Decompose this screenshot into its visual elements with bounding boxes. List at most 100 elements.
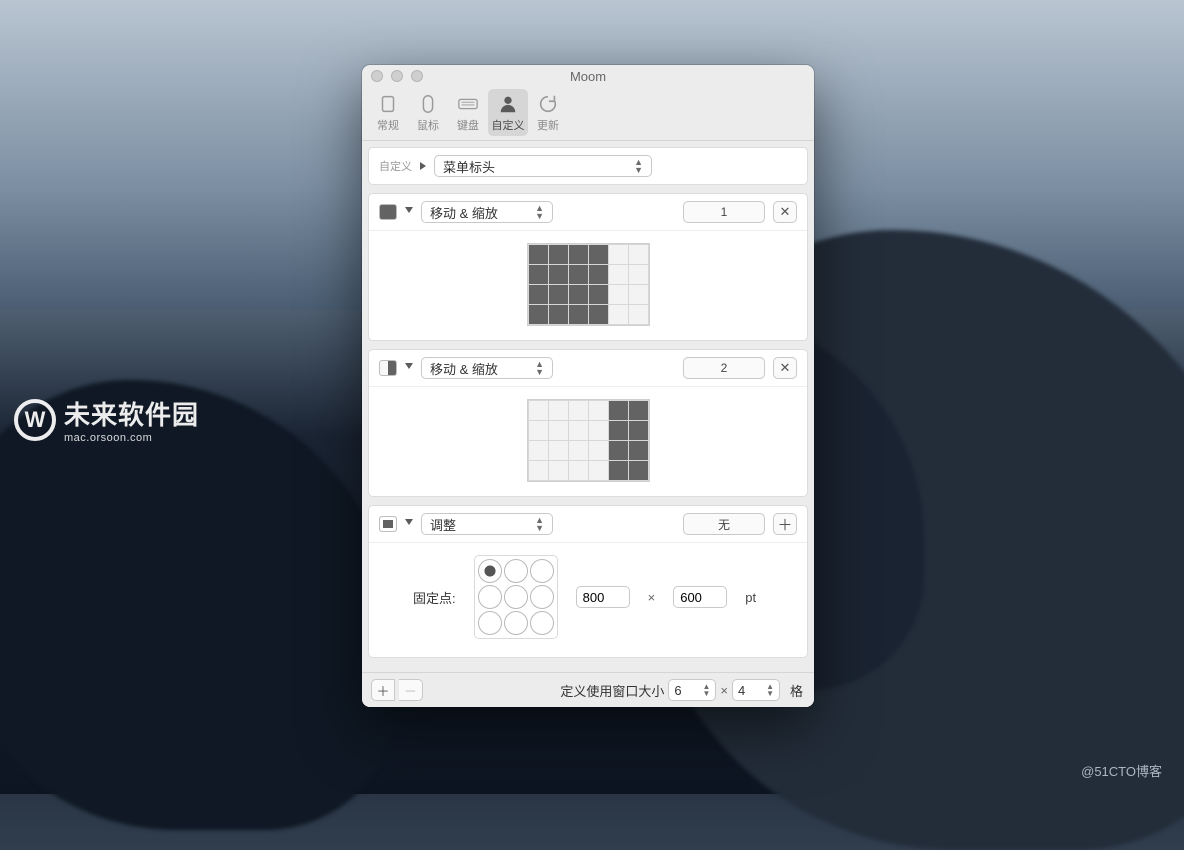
- grid-cell[interactable]: [549, 305, 568, 324]
- chevron-updown-icon: ▲▼: [634, 159, 643, 174]
- grid-cell[interactable]: [529, 401, 548, 420]
- grid-cell[interactable]: [549, 421, 568, 440]
- width-input[interactable]: [576, 586, 630, 608]
- grid-cell[interactable]: [609, 421, 628, 440]
- grid-cell[interactable]: [549, 441, 568, 460]
- grid-cell[interactable]: [609, 265, 628, 284]
- disclosure-icon[interactable]: [405, 519, 413, 529]
- disclosure-icon[interactable]: [420, 162, 426, 170]
- hotkey-field[interactable]: 无: [683, 513, 765, 535]
- clear-hotkey-button[interactable]: ✕: [773, 357, 797, 379]
- swatch-icon[interactable]: [379, 516, 397, 532]
- grid-cell[interactable]: [629, 305, 648, 324]
- add-action-button[interactable]: ＋: [371, 679, 395, 701]
- grid-cell[interactable]: [629, 461, 648, 480]
- grid-cell[interactable]: [629, 245, 648, 264]
- grid-cell[interactable]: [529, 285, 548, 304]
- anchor-radio[interactable]: [478, 559, 502, 583]
- tab-update[interactable]: 更新: [528, 89, 568, 136]
- anchor-radio[interactable]: [504, 585, 528, 609]
- rows-select[interactable]: 4 ▲▼: [732, 679, 780, 701]
- grid-cell[interactable]: [629, 421, 648, 440]
- grid-cell[interactable]: [569, 285, 588, 304]
- anchor-radio[interactable]: [530, 585, 554, 609]
- grid-cell[interactable]: [589, 441, 608, 460]
- anchor-radio[interactable]: [504, 611, 528, 635]
- grid-cell[interactable]: [629, 265, 648, 284]
- layout-grid[interactable]: [527, 399, 650, 482]
- swatch-icon[interactable]: [379, 204, 397, 220]
- header-card: 自定义 菜单标头 ▲▼: [368, 147, 808, 185]
- grid-cell[interactable]: [569, 401, 588, 420]
- grid-cell[interactable]: [589, 305, 608, 324]
- grid-cell[interactable]: [629, 401, 648, 420]
- logo-icon: W: [14, 399, 56, 441]
- tab-general[interactable]: 常规: [368, 89, 408, 136]
- action-card-2: 移动 & 缩放 ▲▼ 2 ✕: [368, 349, 808, 497]
- grid-cell[interactable]: [609, 461, 628, 480]
- action-card-1: 移动 & 缩放 ▲▼ 1 ✕: [368, 193, 808, 341]
- grid-cell[interactable]: [609, 285, 628, 304]
- grid-cell[interactable]: [549, 285, 568, 304]
- grid-cell[interactable]: [569, 421, 588, 440]
- tab-label: 更新: [528, 117, 568, 133]
- anchor-picker[interactable]: [474, 555, 558, 639]
- grid-cell[interactable]: [569, 441, 588, 460]
- grid-cell[interactable]: [529, 421, 548, 440]
- grid-cell[interactable]: [589, 461, 608, 480]
- grid-cell[interactable]: [609, 441, 628, 460]
- grid-cell[interactable]: [589, 245, 608, 264]
- grid-cell[interactable]: [549, 401, 568, 420]
- preferences-window: Moom 常规 鼠标 键盘 自定义 更新 自定义: [362, 65, 814, 707]
- refresh-icon: [537, 93, 559, 115]
- grid-cell[interactable]: [529, 305, 548, 324]
- grid-cell[interactable]: [569, 461, 588, 480]
- anchor-radio[interactable]: [478, 585, 502, 609]
- anchor-radio[interactable]: [530, 559, 554, 583]
- disclosure-icon[interactable]: [405, 207, 413, 217]
- disclosure-icon[interactable]: [405, 363, 413, 373]
- dropdown-value: 移动 & 缩放: [430, 359, 498, 378]
- height-input[interactable]: [673, 586, 727, 608]
- grid-cell[interactable]: [569, 245, 588, 264]
- grid-cell[interactable]: [569, 305, 588, 324]
- grid-cell[interactable]: [629, 441, 648, 460]
- grid-cell[interactable]: [549, 265, 568, 284]
- tab-custom[interactable]: 自定义: [488, 89, 528, 136]
- clear-hotkey-button[interactable]: ✕: [773, 201, 797, 223]
- layout-grid[interactable]: [527, 243, 650, 326]
- grid-cell[interactable]: [589, 265, 608, 284]
- action-dropdown[interactable]: 调整 ▲▼: [421, 513, 553, 535]
- grid-cell[interactable]: [529, 245, 548, 264]
- mouse-icon: [417, 93, 439, 115]
- grid-cell[interactable]: [529, 461, 548, 480]
- add-hotkey-button[interactable]: ＋: [773, 513, 797, 535]
- header-dropdown[interactable]: 菜单标头 ▲▼: [434, 155, 652, 177]
- grid-cell[interactable]: [549, 245, 568, 264]
- grid-cell[interactable]: [609, 245, 628, 264]
- grid-cell[interactable]: [609, 401, 628, 420]
- hotkey-field[interactable]: 1: [683, 201, 765, 223]
- cols-select[interactable]: 6 ▲▼: [668, 679, 716, 701]
- titlebar[interactable]: Moom: [362, 65, 814, 87]
- action-dropdown[interactable]: 移动 & 缩放 ▲▼: [421, 357, 553, 379]
- anchor-radio[interactable]: [530, 611, 554, 635]
- anchor-radio[interactable]: [478, 611, 502, 635]
- tab-keyboard[interactable]: 键盘: [448, 89, 488, 136]
- grid-cell[interactable]: [549, 461, 568, 480]
- swatch-icon[interactable]: [379, 360, 397, 376]
- grid-cell[interactable]: [589, 285, 608, 304]
- anchor-radio[interactable]: [504, 559, 528, 583]
- grid-cell[interactable]: [589, 401, 608, 420]
- action-dropdown[interactable]: 移动 & 缩放 ▲▼: [421, 201, 553, 223]
- grid-cell[interactable]: [629, 285, 648, 304]
- hotkey-field[interactable]: 2: [683, 357, 765, 379]
- grid-cell[interactable]: [589, 421, 608, 440]
- grid-cell[interactable]: [569, 265, 588, 284]
- grid-cell[interactable]: [529, 265, 548, 284]
- tab-label: 常规: [368, 117, 408, 133]
- grid-cell[interactable]: [609, 305, 628, 324]
- tab-mouse[interactable]: 鼠标: [408, 89, 448, 136]
- remove-action-button[interactable]: －: [399, 679, 423, 701]
- grid-cell[interactable]: [529, 441, 548, 460]
